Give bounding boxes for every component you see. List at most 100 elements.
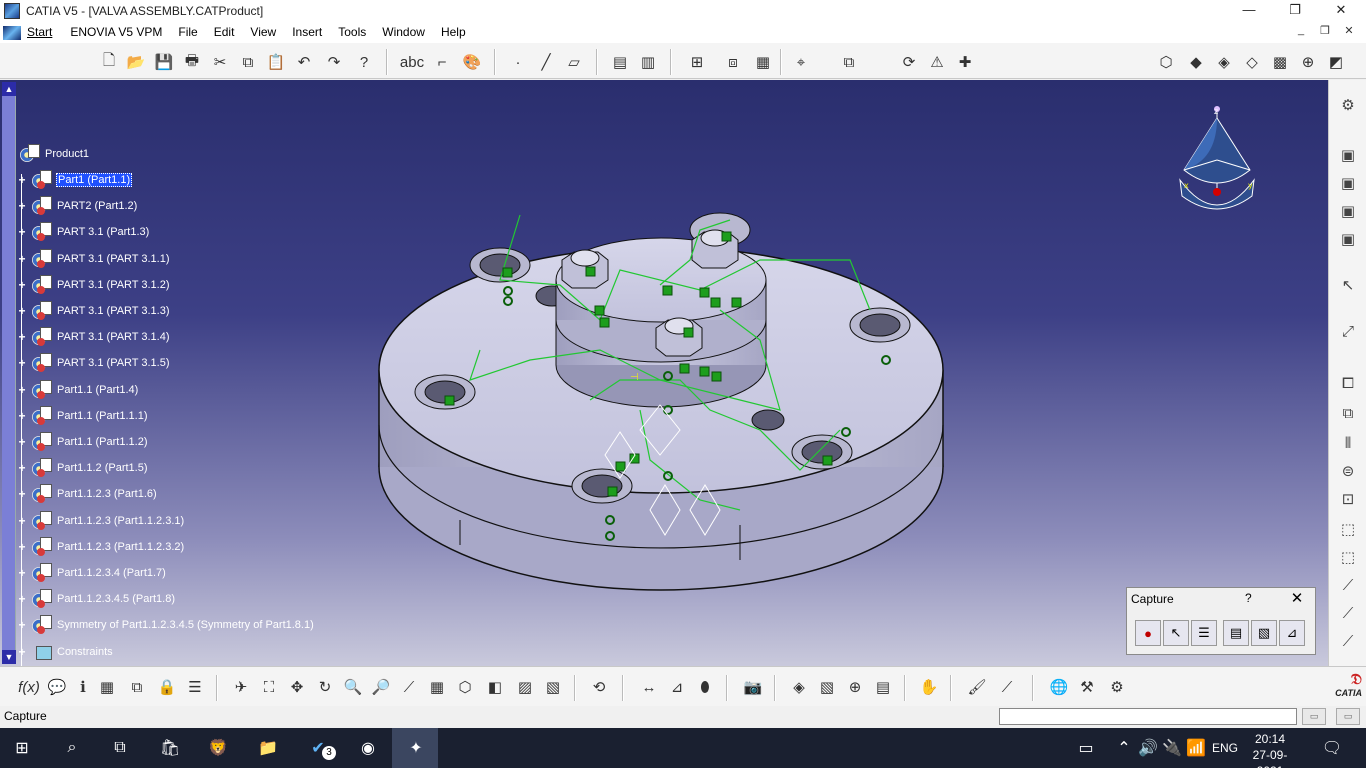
expand-plus-icon[interactable]: + bbox=[16, 357, 28, 369]
paint-icon[interactable]: 🖌 bbox=[966, 676, 988, 698]
measure-item-icon[interactable]: ⊿ bbox=[666, 676, 688, 698]
tree-node[interactable]: + Part1.1.2 (Part1.5) bbox=[16, 458, 149, 478]
highlight-icon[interactable]: ⟋ bbox=[996, 676, 1018, 698]
tree-node[interactable]: + Symmetry of Part1.1.2.3.4.5 (Symmetry o… bbox=[16, 615, 315, 635]
options-icon[interactable]: ☰ bbox=[1191, 620, 1217, 646]
shading-icon[interactable]: ◆ bbox=[1185, 51, 1207, 73]
edges-icon[interactable]: ◇ bbox=[1241, 51, 1263, 73]
tree-node[interactable]: + Part1.1.2.3 (Part1.6) bbox=[16, 484, 158, 504]
tree-node[interactable]: + Part1.1 (Part1.1.2) bbox=[16, 432, 149, 452]
image-icon[interactable]: ▧ bbox=[1251, 620, 1277, 646]
save-icon[interactable]: 💾 bbox=[153, 51, 175, 73]
manipulate-icon[interactable]: ↖ bbox=[1337, 274, 1359, 296]
quick-view-icon[interactable]: ⬡ bbox=[454, 676, 476, 698]
fit-all-icon[interactable]: ⌖ bbox=[790, 51, 812, 73]
pattern-icon[interactable]: ▦ bbox=[752, 51, 774, 73]
plane-icon[interactable]: ▱ bbox=[563, 51, 585, 73]
print-icon[interactable]: 🖶 bbox=[181, 51, 203, 73]
expand-plus-icon[interactable]: + bbox=[16, 567, 28, 579]
menu-enovia[interactable]: ENOVIA V5 VPM bbox=[62, 22, 170, 43]
compass-icon[interactable]: ⊕ bbox=[1297, 51, 1319, 73]
list-icon[interactable]: ☰ bbox=[184, 676, 206, 698]
render-icon[interactable]: ◩ bbox=[1325, 51, 1347, 73]
apply-material-icon[interactable]: 🎨 bbox=[461, 51, 483, 73]
multi-view-icon[interactable]: ▦ bbox=[426, 676, 448, 698]
file-explorer-icon[interactable]: 📁 bbox=[256, 736, 280, 760]
insert-product-icon[interactable]: ▣ bbox=[1337, 172, 1359, 194]
fix-together-icon[interactable]: ⬚ bbox=[1337, 518, 1359, 540]
tree-node[interactable]: + PART 3.1 (PART 3.1.3) bbox=[16, 301, 171, 321]
paste-icon[interactable]: 📋 bbox=[265, 51, 287, 73]
scroll-down-arrow-icon[interactable]: ▼ bbox=[2, 650, 16, 664]
minimize-button[interactable]: — bbox=[1226, 0, 1272, 22]
expand-plus-icon[interactable]: + bbox=[16, 462, 28, 474]
catalog-browser-icon[interactable]: ◈ bbox=[788, 676, 810, 698]
expand-plus-icon[interactable]: + bbox=[16, 646, 28, 658]
hand-icon[interactable]: ✋ bbox=[918, 676, 940, 698]
map-icon[interactable]: ▧ bbox=[816, 676, 838, 698]
expand-plus-icon[interactable]: + bbox=[16, 174, 28, 186]
capture-help-button[interactable]: ? bbox=[1245, 591, 1252, 605]
tree-node[interactable]: + Part1.1.2.3 (Part1.1.2.3.2) bbox=[16, 536, 185, 557]
tree-node[interactable]: + PART 3.1 (PART 3.1.1) bbox=[16, 248, 171, 269]
tree-node[interactable]: + PART 3.1 (Part1.3) bbox=[16, 222, 150, 242]
power-icon[interactable]: 🔌 bbox=[1160, 736, 1184, 760]
point-icon[interactable]: · bbox=[507, 51, 529, 73]
angle-constraint-icon[interactable]: ⊜ bbox=[1337, 460, 1359, 482]
view-mode-icon[interactable]: ◧ bbox=[484, 676, 506, 698]
comment-icon[interactable]: 💬 bbox=[46, 676, 68, 698]
measure-between-icon[interactable]: ↔ bbox=[638, 676, 660, 698]
change-constraint-icon[interactable]: ⟋ bbox=[1337, 602, 1359, 624]
expand-plus-icon[interactable]: + bbox=[16, 279, 28, 291]
rotate-icon[interactable]: ↻ bbox=[314, 676, 336, 698]
measure-capture-icon[interactable]: ⊿ bbox=[1279, 620, 1305, 646]
quick-constraint-icon[interactable]: ⬚ bbox=[1337, 546, 1359, 568]
tree-node[interactable]: + PART 3.1 (PART 3.1.2) bbox=[16, 274, 171, 295]
scroll-up-arrow-icon[interactable]: ▲ bbox=[2, 82, 16, 96]
measure-inertia-icon[interactable]: ⬮ bbox=[694, 676, 716, 698]
new-document-icon[interactable]: 🗋 bbox=[98, 51, 120, 73]
restore-button[interactable]: ❐ bbox=[1272, 0, 1318, 22]
insert-part-icon[interactable]: ▣ bbox=[1337, 200, 1359, 222]
smart-move-icon[interactable]: ⤢ bbox=[1337, 320, 1359, 342]
start-menu[interactable]: Start bbox=[0, 22, 62, 43]
status-button-1[interactable]: ▭ bbox=[1302, 708, 1326, 725]
expand-plus-icon[interactable]: + bbox=[16, 619, 28, 631]
wifi-icon[interactable]: 📶 bbox=[1184, 736, 1208, 760]
lock-icon[interactable]: 🔒 bbox=[156, 676, 178, 698]
expand-plus-icon[interactable]: + bbox=[16, 384, 28, 396]
close-button[interactable]: ✕ bbox=[1318, 0, 1364, 22]
clash-icon[interactable]: ⚠ bbox=[926, 51, 948, 73]
line-icon[interactable]: ╱ bbox=[535, 51, 557, 73]
volume-icon[interactable]: 🔊 bbox=[1136, 736, 1160, 760]
clock[interactable]: 20:14 27-09-2021 bbox=[1240, 731, 1300, 768]
component-icon[interactable]: ▥ bbox=[637, 51, 659, 73]
fit-all-in-icon[interactable]: ⛶ bbox=[258, 676, 280, 698]
expand-plus-icon[interactable]: + bbox=[16, 253, 28, 265]
expand-plus-icon[interactable]: + bbox=[16, 488, 28, 500]
brave-browser-icon[interactable]: 🦁 bbox=[206, 736, 230, 760]
tree-node[interactable]: + Part1 (Part1.1) bbox=[16, 170, 133, 190]
book-icon[interactable]: ▤ bbox=[872, 676, 894, 698]
capture-camera-icon[interactable]: 📷 bbox=[742, 676, 764, 698]
task-view-icon[interactable]: ⧉ bbox=[108, 736, 132, 760]
fly-mode-icon[interactable]: ✈ bbox=[230, 676, 252, 698]
fix-component-icon[interactable]: ⊡ bbox=[1337, 488, 1359, 510]
knowledge-icon[interactable]: ℹ bbox=[72, 676, 94, 698]
wireframe-icon[interactable]: ◈ bbox=[1213, 51, 1235, 73]
pan-icon[interactable]: ✥ bbox=[286, 676, 308, 698]
tree-node[interactable]: + Part1.1.2.3.4 (Part1.7) bbox=[16, 563, 167, 583]
assembly-model[interactable]: ⊣ bbox=[0, 80, 1328, 666]
expand-plus-icon[interactable]: + bbox=[16, 331, 28, 343]
copy-icon[interactable]: ⧉ bbox=[237, 51, 259, 73]
mdi-minimize-button[interactable]: _ bbox=[1290, 24, 1312, 40]
explode-icon[interactable]: ⧈ bbox=[722, 51, 744, 73]
analysis-icon[interactable]: ⊕ bbox=[844, 676, 866, 698]
open-folder-icon[interactable]: 📂 bbox=[125, 51, 147, 73]
expand-plus-icon[interactable]: + bbox=[16, 226, 28, 238]
expand-plus-icon[interactable]: + bbox=[16, 200, 28, 212]
hide-show-icon[interactable]: ▩ bbox=[1269, 51, 1291, 73]
iso-view-icon[interactable]: ⬡ bbox=[1155, 51, 1177, 73]
expand-plus-icon[interactable]: + bbox=[16, 305, 28, 317]
options-tree-icon[interactable]: ⚙ bbox=[1106, 676, 1128, 698]
